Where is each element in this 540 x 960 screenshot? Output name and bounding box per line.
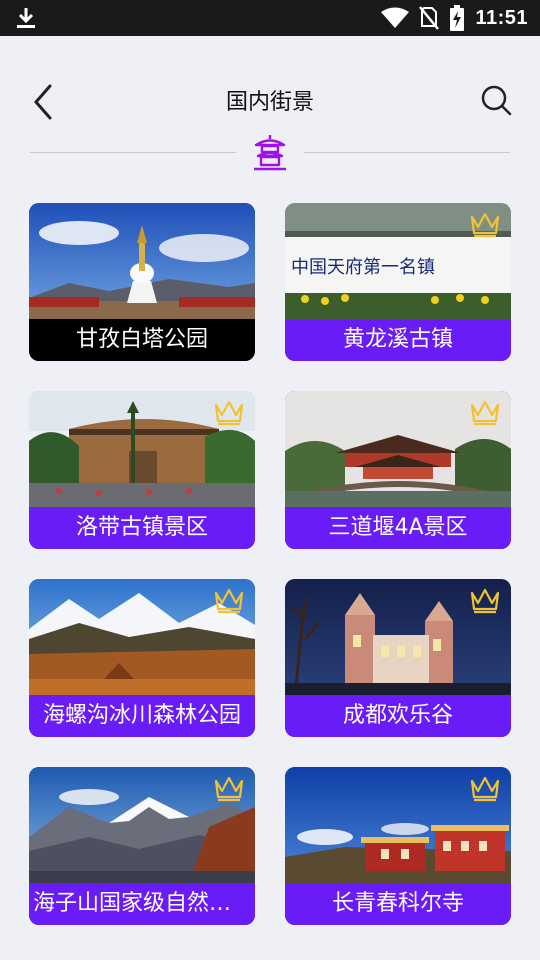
attraction-name: 甘孜白塔公园 [29, 319, 255, 361]
download-icon [17, 8, 35, 28]
crown-icon [470, 400, 500, 426]
crown-icon [214, 776, 244, 802]
divider-right [304, 152, 510, 153]
attraction-card[interactable]: 三道堰4A景区 [285, 391, 511, 549]
pagoda-icon [254, 135, 286, 171]
attraction-card[interactable]: 中国天府第一名镇 黄龙溪古镇 [285, 203, 511, 361]
attraction-card[interactable]: 洛带古镇景区 [29, 391, 255, 549]
attraction-photo-stupa [29, 203, 255, 319]
crown-icon [470, 212, 500, 238]
attraction-card[interactable]: 成都欢乐谷 [285, 579, 511, 737]
page-title: 国内街景 [225, 90, 314, 115]
divider-left [30, 152, 236, 153]
crown-icon [470, 776, 500, 802]
attraction-name: 长青春科尔寺 [285, 883, 511, 925]
attraction-name: 黄龙溪古镇 [285, 319, 511, 361]
wifi-icon [381, 7, 410, 28]
attraction-card[interactable]: 海螺沟冰川森林公园 [29, 579, 255, 737]
svg-text:中国天府第一名镇: 中国天府第一名镇 [291, 257, 435, 278]
search-icon[interactable] [480, 84, 512, 116]
attraction-card[interactable]: 长青春科尔寺 [285, 767, 511, 925]
crown-icon [470, 588, 500, 614]
attraction-card[interactable]: 海子山国家级自然保... [29, 767, 255, 925]
attraction-card[interactable]: 甘孜白塔公园 [29, 203, 255, 361]
status-bar: 11:51 [0, 0, 540, 36]
battery-charging-icon [450, 5, 465, 31]
no-sim-icon [419, 6, 440, 30]
attraction-name: 洛带古镇景区 [29, 507, 255, 549]
attraction-name: 成都欢乐谷 [285, 695, 511, 737]
crown-icon [214, 400, 244, 426]
crown-icon [214, 588, 244, 614]
attraction-name: 海螺沟冰川森林公园 [29, 695, 255, 737]
status-time: 11:51 [475, 6, 528, 29]
header: 国内街景 [0, 36, 540, 171]
attraction-name: 三道堰4A景区 [285, 507, 511, 549]
attraction-name: 海子山国家级自然保... [29, 883, 255, 925]
